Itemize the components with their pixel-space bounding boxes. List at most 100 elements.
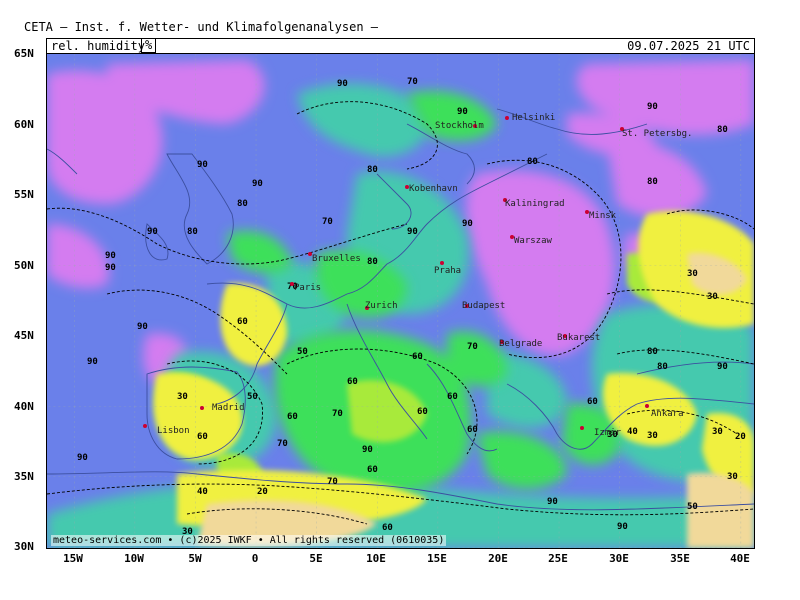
contour-label: 80 bbox=[657, 362, 668, 372]
contour-label: 90 bbox=[252, 179, 263, 189]
parameter-bar: rel. humidity % 09.07.2025 21 UTC bbox=[46, 38, 755, 54]
contour-label: 90 bbox=[407, 227, 418, 237]
city-dot bbox=[440, 261, 444, 265]
city-dot bbox=[200, 406, 204, 410]
contour-label: 90 bbox=[362, 445, 373, 455]
contour-label: 60 bbox=[447, 392, 458, 402]
lat-tick-40n: 40N bbox=[14, 400, 34, 413]
lon-tick-15e: 15E bbox=[427, 552, 447, 565]
city-label-belgrade: Belgrade bbox=[499, 339, 542, 349]
contour-label: 90 bbox=[77, 453, 88, 463]
contour-label: 80 bbox=[187, 227, 198, 237]
city-label-minsk: Minsk bbox=[589, 211, 617, 221]
city-label-stockholm: Stockholm bbox=[435, 121, 484, 131]
contour-label: 30 bbox=[707, 292, 718, 302]
lat-tick-35n: 35N bbox=[14, 470, 34, 483]
city-label-bruxelles: Bruxelles bbox=[312, 254, 361, 264]
contour-label: 70 bbox=[407, 77, 418, 87]
contour-label: 30 bbox=[712, 427, 723, 437]
lat-tick-45n: 45N bbox=[14, 329, 34, 342]
contour-label: 60 bbox=[367, 465, 378, 475]
lat-tick-30n: 30N bbox=[14, 540, 34, 553]
city-label-lisbon: Lisbon bbox=[157, 426, 190, 436]
contour-label: 90 bbox=[717, 362, 728, 372]
lon-tick-10w: 10W bbox=[124, 552, 144, 565]
contour-label: 60 bbox=[587, 397, 598, 407]
city-label-bukarest: Bukarest bbox=[557, 333, 600, 343]
contour-label: 60 bbox=[287, 412, 298, 422]
contour-label: 90 bbox=[337, 79, 348, 89]
contour-label: 90 bbox=[462, 219, 473, 229]
contour-label: 70 bbox=[322, 217, 333, 227]
contour-label: 50 bbox=[247, 392, 258, 402]
contour-label: 40 bbox=[197, 487, 208, 497]
lon-tick-35e: 35E bbox=[670, 552, 690, 565]
contour-label: 60 bbox=[417, 407, 428, 417]
contour-label: 30 bbox=[687, 269, 698, 279]
city-label-budapest: Budapest bbox=[462, 301, 505, 311]
lat-tick-55n: 55N bbox=[14, 188, 34, 201]
city-label-paris: Paris bbox=[294, 283, 321, 293]
lon-tick-20e: 20E bbox=[488, 552, 508, 565]
contour-label: 80 bbox=[367, 165, 378, 175]
lon-tick-10e: 10E bbox=[366, 552, 386, 565]
contour-label: 30 bbox=[727, 472, 738, 482]
city-label-izmir: Izmir bbox=[594, 428, 622, 438]
copyright-notice: meteo-services.com • (c)2025 IWKF • All … bbox=[51, 535, 447, 546]
contour-label: 70 bbox=[327, 477, 338, 487]
lon-tick-15w: 15W bbox=[63, 552, 83, 565]
contour-label: 90 bbox=[87, 357, 98, 367]
contour-label: 80 bbox=[237, 199, 248, 209]
contour-label: 80 bbox=[647, 347, 658, 357]
city-dot bbox=[505, 116, 509, 120]
city-label-zurich: Zurich bbox=[365, 301, 398, 311]
contour-label: 90 bbox=[137, 322, 148, 332]
contour-label: 50 bbox=[687, 502, 698, 512]
contour-label: 30 bbox=[177, 392, 188, 402]
contour-label: 40 bbox=[627, 427, 638, 437]
parameter-label: rel. humidity bbox=[51, 39, 145, 53]
contour-label: 70 bbox=[467, 342, 478, 352]
contour-label: 80 bbox=[717, 125, 728, 135]
contour-label: 80 bbox=[647, 177, 658, 187]
chart-title: CETA — Inst. f. Wetter- und Klimafolgena… bbox=[24, 20, 379, 34]
lon-tick-25e: 25E bbox=[548, 552, 568, 565]
contour-label: 20 bbox=[735, 432, 746, 442]
contour-label: 60 bbox=[237, 317, 248, 327]
contour-label: 60 bbox=[467, 425, 478, 435]
contour-label: 70 bbox=[332, 409, 343, 419]
contour-label: 90 bbox=[617, 522, 628, 532]
contour-label: 60 bbox=[347, 377, 358, 387]
lat-tick-65n: 65N bbox=[14, 47, 34, 60]
city-dot bbox=[143, 424, 147, 428]
lon-tick-5w: 5W bbox=[188, 552, 202, 565]
city-label-kaliningrad: Kaliningrad bbox=[505, 199, 565, 209]
city-label-st-petersbg: St. Petersbg. bbox=[622, 129, 692, 139]
lon-tick-5e: 5E bbox=[309, 552, 323, 565]
contour-label: 30 bbox=[647, 431, 658, 441]
contour-label: 90 bbox=[147, 227, 158, 237]
contour-label: 50 bbox=[297, 347, 308, 357]
contour-label: 80 bbox=[527, 157, 538, 167]
city-label-praha: Praha bbox=[434, 266, 461, 276]
lat-tick-50n: 50N bbox=[14, 259, 34, 272]
lon-tick-30e: 30E bbox=[609, 552, 629, 565]
contour-label: 60 bbox=[382, 523, 393, 533]
city-label-helsinki: Helsinki bbox=[512, 113, 555, 123]
contour-label: 90 bbox=[647, 102, 658, 112]
lat-tick-60n: 60N bbox=[14, 118, 34, 131]
city-dot bbox=[580, 426, 584, 430]
city-label-kobenhavn: Kobenhavn bbox=[409, 184, 458, 194]
contour-label: 90 bbox=[197, 160, 208, 170]
valid-time: 09.07.2025 21 UTC bbox=[627, 39, 750, 53]
city-label-warszaw: Warszaw bbox=[514, 236, 553, 246]
humidity-map: 90 70 90 90 80 90 90 80 80 80 80 90 80 7… bbox=[46, 53, 755, 549]
unit-label: % bbox=[141, 38, 157, 53]
contour-label: 90 bbox=[105, 263, 116, 273]
contour-label: 80 bbox=[367, 257, 378, 267]
lon-tick-0: 0 bbox=[251, 552, 259, 565]
contour-label: 90 bbox=[105, 251, 116, 261]
city-label-ankara: Ankara bbox=[651, 409, 684, 419]
contour-label: 70 bbox=[277, 439, 288, 449]
contour-label: 60 bbox=[197, 432, 208, 442]
